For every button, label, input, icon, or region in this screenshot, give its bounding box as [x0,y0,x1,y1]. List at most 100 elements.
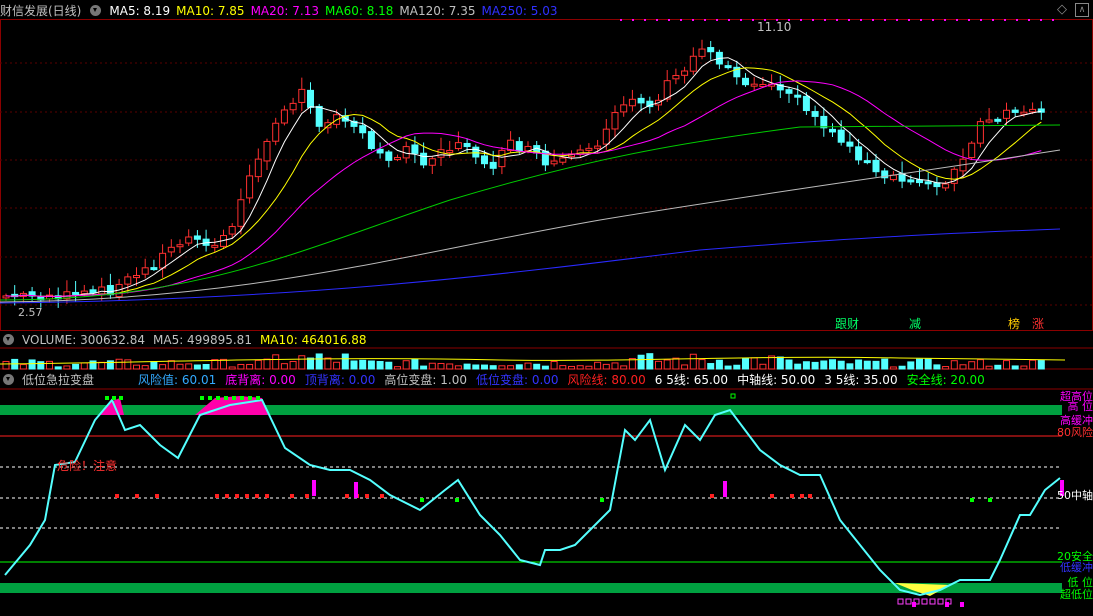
candle-body [280,109,288,124]
volume-bar [298,355,306,370]
volume-bar [820,360,828,370]
high-price-label: 11.10 [757,20,792,34]
volume-bar [454,365,462,370]
signal-dot [240,396,244,400]
indicator-legend-item: 风险线: 80.00 [567,373,646,387]
indicator-legend: 风险值: 60.01 底背离: 0.00 顶背离: 0.00 高位变盘: 1.00 低位… [138,371,994,388]
marker-dot [752,19,754,21]
marker-dot [872,19,874,21]
signal-dot [420,498,424,502]
volume-value: VOLUME: 300632.84 [22,332,145,347]
low-price-label: 2.57 [18,306,43,319]
candle-body [924,181,932,185]
candle-body [463,142,471,148]
volume-bar [715,359,723,370]
signal-dot [119,396,123,400]
volume-bar [167,360,175,370]
marker-dot [680,19,682,21]
volume-bar [524,362,532,370]
volume-bar [28,359,36,370]
candle-body [742,77,749,86]
candle-body [672,75,680,80]
marker-dot [692,19,694,21]
candle-body [559,157,567,163]
marker-dot [1004,19,1006,21]
candle-body [611,112,619,130]
candle-body [907,179,915,183]
candle-body [72,291,80,295]
volume-bar [663,359,671,370]
indicator-legend-item: 安全线: 20.00 [906,373,985,387]
volume-bar [602,363,610,370]
volume-bar [115,358,123,370]
volume-bar [176,363,184,370]
candle-body [837,129,845,143]
signal-dot [730,393,736,399]
candle-body [454,142,462,150]
volume-bar [394,366,401,370]
diamond-icon[interactable]: ◇ [1057,2,1067,17]
volume-bar [420,365,428,370]
chart-canvas [0,19,1093,607]
volume-bar [124,359,132,370]
signal-dot [248,396,252,400]
candle-body [420,152,428,166]
marker-dot [1052,19,1054,21]
volume-bar [689,353,697,370]
divergence-bar [354,482,358,498]
candle-body [446,149,454,153]
candle-body [968,142,976,159]
volume-bar [341,353,349,370]
marker-dot [812,19,814,21]
marker-dot [1028,19,1030,21]
candle-body [916,179,923,184]
indicator-menu-icon[interactable] [3,374,14,385]
volume-bar [159,364,167,370]
candle-body [681,70,689,76]
signal-dot [455,498,459,502]
volume-bar [211,359,219,370]
candle-body [942,183,950,189]
volume-bar [611,362,619,370]
volume-bar [646,353,654,370]
marker-dot [980,19,982,21]
volume-bar [1011,365,1019,370]
volume-bar [1029,359,1037,370]
volume-bar [916,358,923,370]
volume-bar [385,361,393,370]
volume-bar [402,360,410,370]
candle-body [811,111,819,117]
divergence-bar [312,480,316,496]
signal-dot [225,494,229,498]
indicator-legend-item: 低位变盘: 0.00 [475,373,559,387]
candle-body [124,276,132,285]
signal-badge: 涨 [1032,317,1045,331]
chevron-up-icon[interactable]: ∧ [1075,3,1089,17]
signal-dot [800,494,804,498]
volume-bar [98,361,106,370]
volume-bar [19,364,27,370]
volume-bar [889,366,897,370]
marker-dot [836,19,838,21]
main-chart-header: 财信发展(日线) MA5: 8.19 MA10: 7.85 MA20: 7.13 MA… [0,2,564,19]
candle-body [150,267,158,271]
candle-body [872,159,880,173]
volume-bar [367,360,375,370]
volume-menu-icon[interactable] [3,334,14,345]
candle-body [829,128,836,133]
indicator-title: 低位急拉变盘 [22,373,95,387]
candle-body [272,122,280,142]
candle-body [933,182,941,188]
volume-bar [141,365,149,370]
volume-bar [307,357,314,370]
marker-dot [860,19,862,21]
candle-body [481,155,488,165]
candle-body [794,94,802,98]
candle-body [367,131,375,150]
signal-badge: 榜 [1008,317,1021,331]
main-chart-menu-icon[interactable] [90,5,102,16]
marker-dot [728,19,730,21]
volume-bar [811,361,819,370]
signal-dot [808,494,812,498]
signal-dot [365,494,369,498]
